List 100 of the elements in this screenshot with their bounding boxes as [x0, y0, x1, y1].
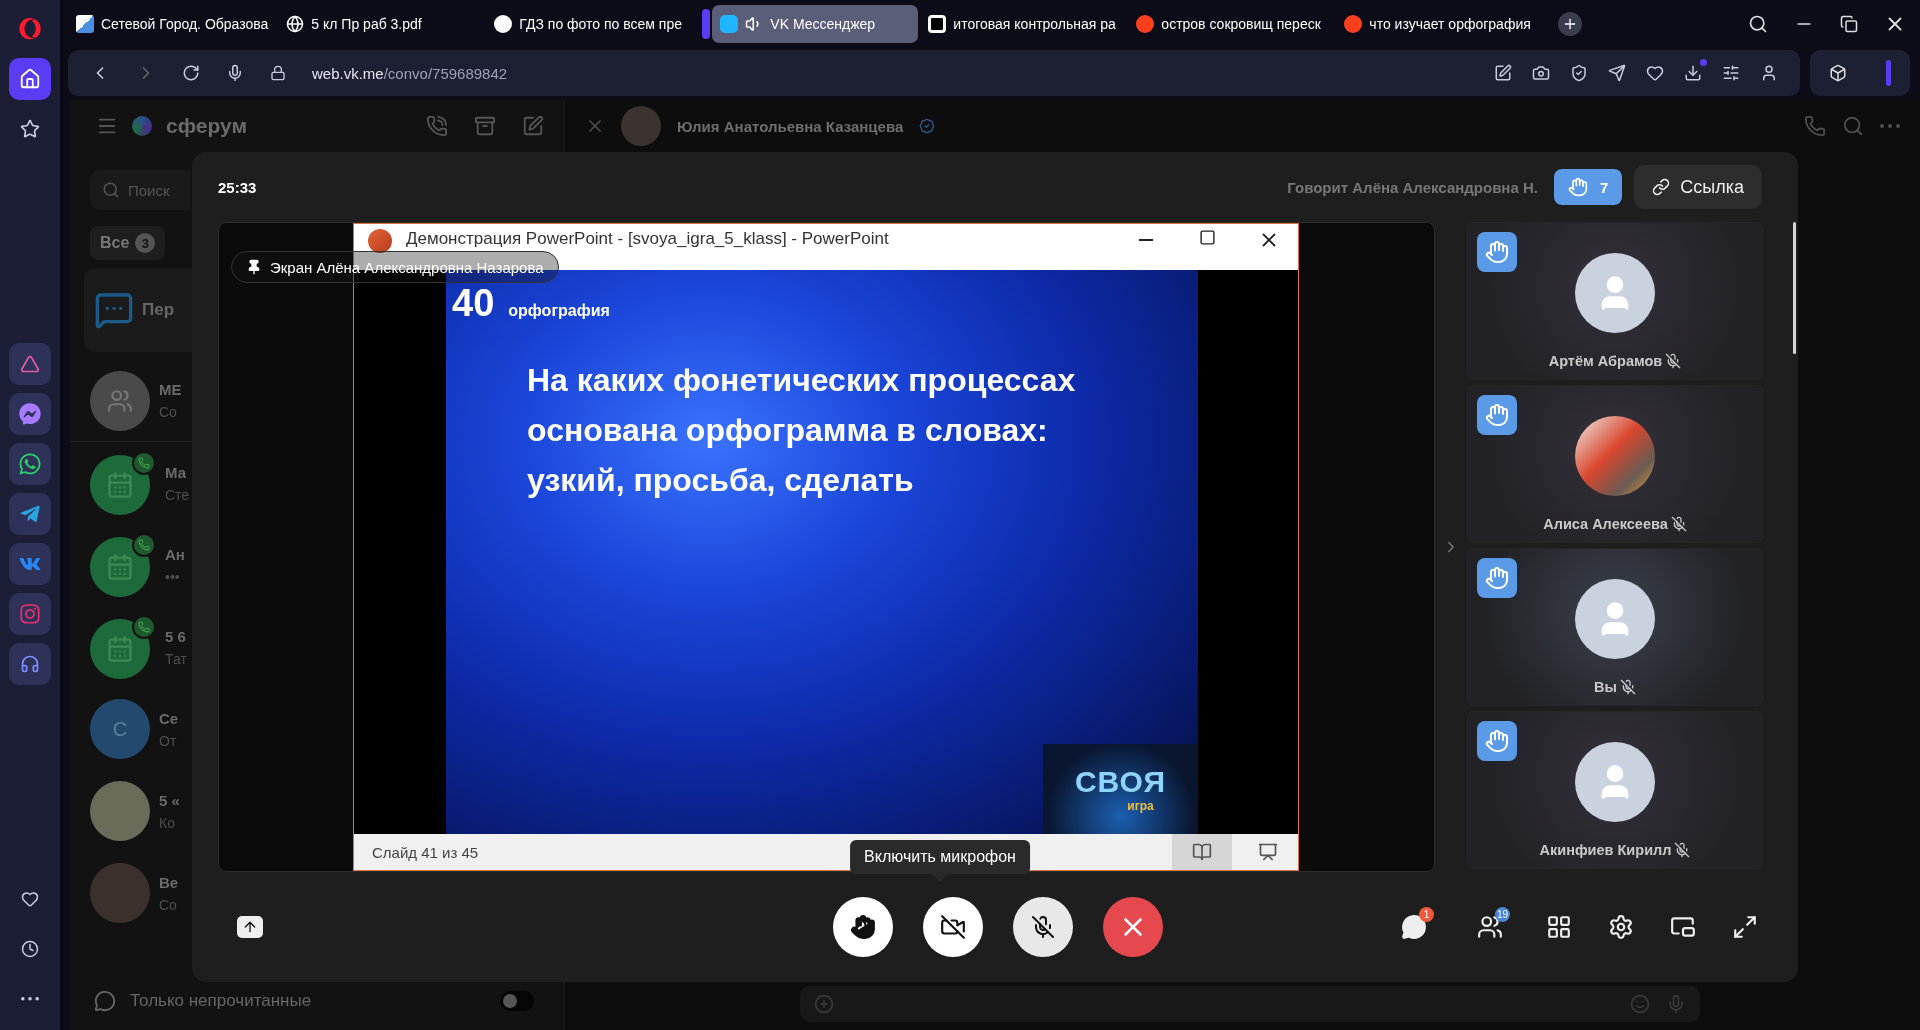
restore-button[interactable] [1840, 15, 1858, 33]
slide-question: На каких фонетических процессах основана орфограмма в словах: узкий, просьба, сделать [527, 361, 1077, 500]
hand-icon [849, 914, 876, 940]
clock-icon [21, 940, 39, 958]
browser-tab[interactable]: итоговая контрольная ра [920, 5, 1127, 43]
verified-icon [919, 118, 936, 134]
chat-button[interactable]: 1 [1394, 907, 1434, 947]
tooltip: Включить микрофон [850, 840, 1030, 882]
shield-icon[interactable] [1570, 64, 1588, 82]
slide-category: орфография [508, 302, 610, 320]
pinned-chat[interactable]: Пер [84, 268, 192, 352]
app-button[interactable] [9, 393, 51, 435]
hand-icon [1485, 566, 1509, 590]
browser-tab[interactable]: остров сокровищ переск [1128, 5, 1335, 43]
search-field[interactable]: Поиск [90, 170, 190, 210]
chat-item[interactable]: Ве Со [70, 852, 192, 934]
compose-icon[interactable] [522, 115, 544, 137]
reload-button[interactable] [182, 64, 200, 82]
count-badge: 19 [1494, 907, 1510, 922]
participant-name: Артём Абрамов [1548, 353, 1663, 369]
phone-plus-icon[interactable] [426, 115, 448, 137]
fullscreen-icon[interactable] [1732, 914, 1758, 940]
calendar-icon [106, 635, 134, 663]
scrollbar-thumb[interactable] [1793, 222, 1796, 354]
filter-label: Все [100, 234, 130, 252]
heart-icon [21, 890, 39, 908]
search-placeholder: Поиск [128, 181, 170, 199]
chat-name: 5 « [159, 791, 180, 809]
download-icon[interactable] [1684, 64, 1702, 82]
participant-name: Алиса Алексеева [1543, 516, 1668, 532]
star-icon [20, 119, 40, 139]
new-tab-button[interactable] [1558, 12, 1583, 36]
app-button[interactable] [9, 643, 51, 685]
hand-icon [1485, 240, 1509, 264]
chat-item[interactable]: Ан ••• [70, 524, 192, 606]
triangle-icon [20, 354, 40, 374]
chat-bubble-icon [94, 290, 134, 330]
whatsapp-icon [18, 452, 42, 476]
chat-item[interactable]: 5 « Ко [70, 770, 192, 852]
hand-icon [1485, 729, 1509, 753]
chat-item[interactable]: Ма Сте [70, 442, 192, 524]
settings-icon[interactable] [1608, 914, 1634, 940]
hand-icon [1567, 177, 1588, 197]
app-button[interactable] [9, 493, 51, 535]
people-icon [107, 387, 133, 414]
home-button[interactable] [9, 58, 51, 100]
picture-in-picture-icon[interactable] [1670, 914, 1696, 940]
link-icon [1652, 178, 1671, 196]
browser-tab[interactable]: VK Мессенджер [712, 5, 919, 43]
conversation-title: Юлия Анатольевна Казанцева [677, 117, 904, 135]
maximize-button[interactable] [1199, 229, 1216, 246]
chat-item[interactable]: МЕ Со [70, 360, 192, 442]
sidebar-indicator [1885, 60, 1891, 86]
share-screen-button[interactable] [237, 916, 263, 938]
calendar-icon [106, 553, 134, 581]
settings-icon[interactable] [1722, 64, 1740, 82]
chat-name: Ма [165, 463, 188, 481]
chat-preview: ••• [165, 568, 181, 585]
logo-title: СВОЯ [1074, 765, 1167, 799]
cube-icon[interactable] [1829, 64, 1848, 82]
chat-name: МЕ [159, 381, 182, 398]
more-icon [21, 997, 39, 1001]
browser-tab[interactable]: Сетевой Город. Образова [68, 5, 277, 43]
app-button[interactable] [9, 343, 51, 385]
browser-tab[interactable]: ГДЗ по фото по всем пре [486, 5, 693, 43]
heart-icon[interactable] [1646, 64, 1664, 82]
chat-preview: Со [159, 404, 178, 420]
pin-icon [246, 259, 262, 275]
browser-tab[interactable]: 5 кл Пр раб 3.pdf [278, 5, 485, 43]
video-off-icon [939, 914, 966, 940]
phone-icon [138, 539, 150, 551]
app-button[interactable] [9, 593, 51, 635]
filter-chip[interactable]: Все 3 [90, 226, 166, 260]
url-text[interactable]: web.vk.me/convo/759689842 [312, 64, 508, 82]
mic-off-icon [1030, 915, 1055, 939]
chat-preview: Со [159, 896, 178, 913]
search-icon [102, 181, 120, 199]
slide-counter: Слайд 41 из 45 [372, 843, 479, 861]
link-button[interactable]: Ссылка [1634, 165, 1762, 209]
site-icon [76, 15, 94, 33]
send-icon[interactable] [1608, 64, 1626, 82]
grid-icon[interactable] [1546, 914, 1572, 940]
toggle-switch[interactable] [500, 991, 534, 1011]
reading-view-button[interactable] [1172, 834, 1232, 870]
browser-tab[interactable]: что изучает орфография [1336, 5, 1543, 43]
chat-name: 5 6 [165, 627, 187, 645]
app-button[interactable] [9, 443, 51, 485]
slideshow-icon[interactable] [1258, 842, 1278, 862]
phone-icon [138, 621, 150, 633]
participants-button[interactable]: 19 [1470, 907, 1510, 947]
camera-icon[interactable] [1532, 64, 1550, 82]
edit-icon[interactable] [1494, 64, 1512, 82]
app-button[interactable] [9, 543, 51, 585]
photo-placeholder [90, 781, 150, 841]
raised-hands-button[interactable]: 7 [1553, 169, 1623, 205]
search-icon[interactable] [1748, 14, 1768, 34]
chat-item[interactable]: 5 6 Тат [70, 606, 192, 688]
mic-icon[interactable] [226, 64, 244, 82]
archive-icon[interactable] [474, 115, 496, 137]
profile-icon[interactable] [1760, 64, 1778, 82]
